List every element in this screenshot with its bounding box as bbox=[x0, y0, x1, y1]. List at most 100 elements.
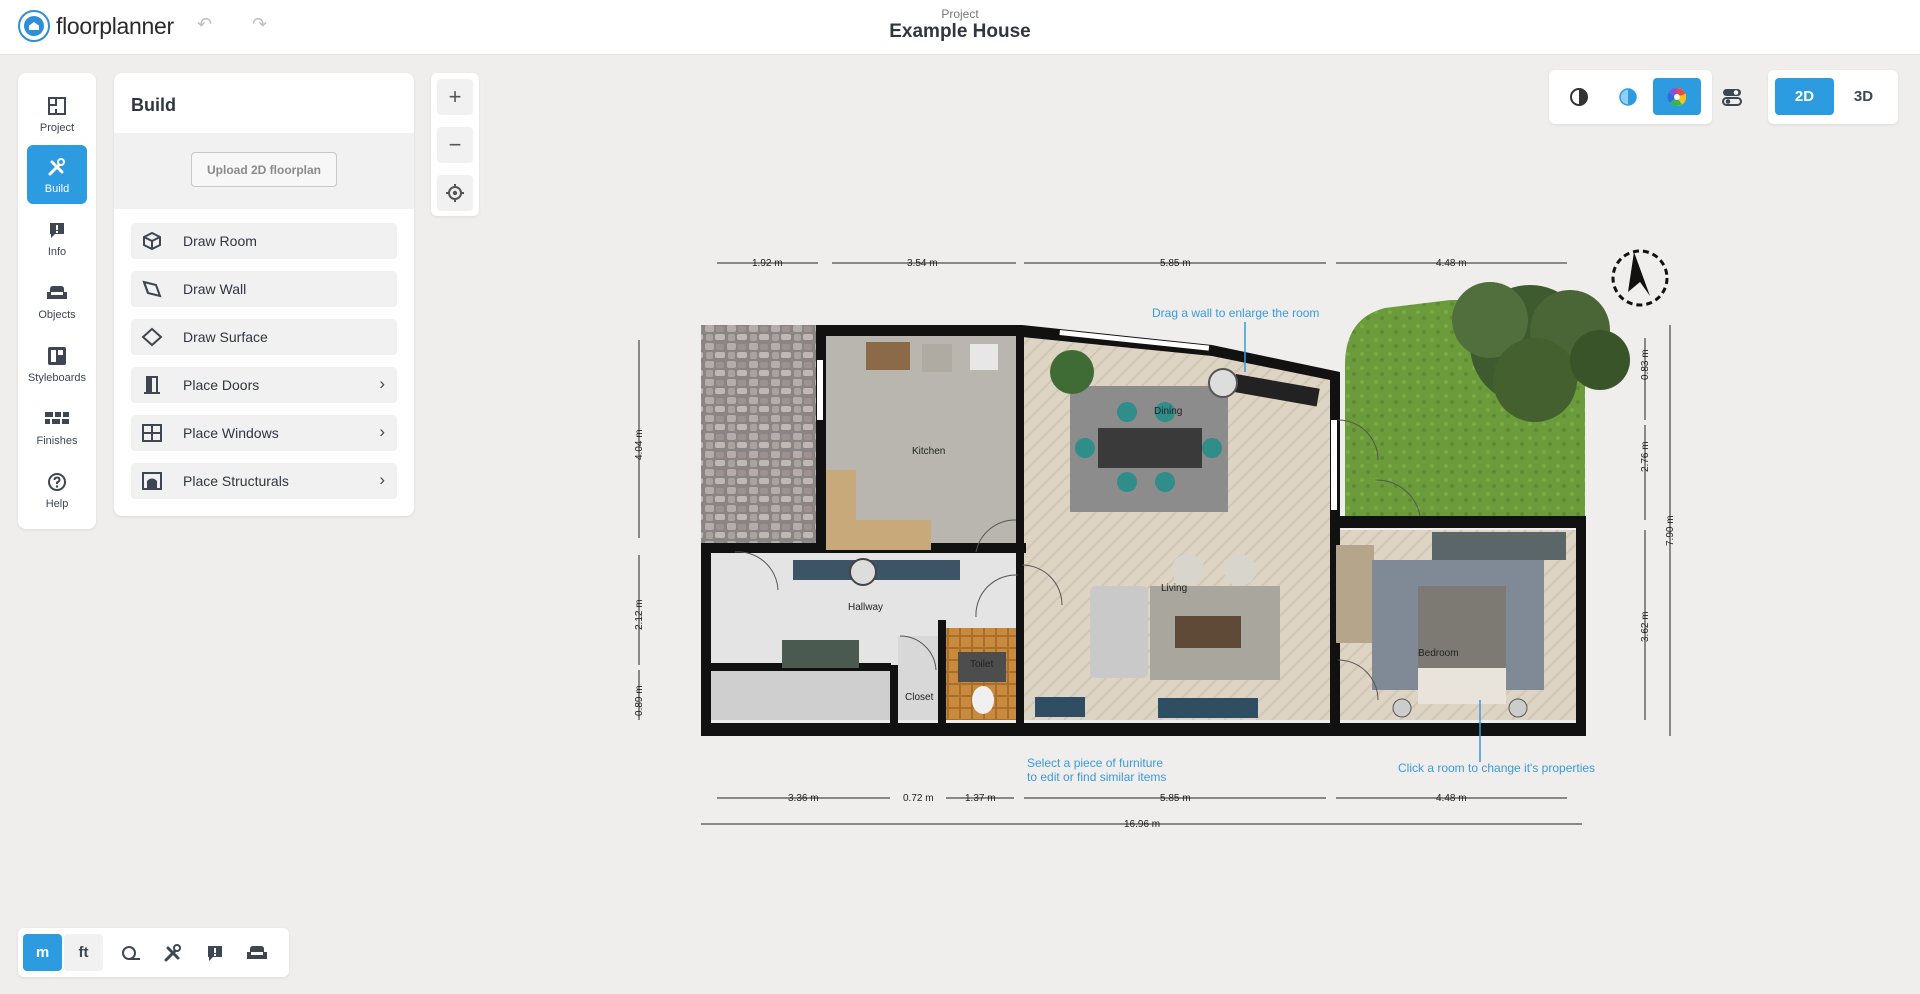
tool-label: Place Structurals bbox=[183, 473, 289, 489]
kitchen-counter[interactable] bbox=[856, 520, 931, 550]
stone-patio[interactable] bbox=[701, 325, 816, 543]
bed-pillows[interactable] bbox=[1418, 668, 1506, 704]
room-label-dining[interactable]: Dining bbox=[1154, 406, 1182, 417]
dim-top-2: 3.54 m bbox=[907, 258, 938, 269]
ceiling-fan[interactable] bbox=[1208, 368, 1238, 398]
rail-item-styleboards[interactable]: Styleboards bbox=[27, 334, 87, 393]
zoom-out-button[interactable]: − bbox=[437, 127, 473, 163]
measure-icon bbox=[121, 945, 140, 960]
dim-bottom-1: 3.36 m bbox=[788, 793, 819, 804]
panel-title: Build bbox=[131, 95, 176, 115]
coffee-table[interactable] bbox=[1175, 616, 1241, 648]
hint-furniture-line1: Select a piece of furniture bbox=[1027, 756, 1163, 770]
nightstand-lamp[interactable] bbox=[1508, 698, 1528, 718]
rail-label: Info bbox=[47, 245, 67, 258]
project-title[interactable]: Example House bbox=[0, 21, 1920, 43]
blueprint-mode-button[interactable] bbox=[1604, 78, 1652, 115]
cabinet[interactable] bbox=[1336, 545, 1374, 643]
info-bubble-icon bbox=[50, 222, 64, 238]
tool-label: Place Windows bbox=[183, 425, 279, 441]
top-bar: floorplanner ↶ ↷ Project Example House bbox=[0, 0, 1920, 55]
tv-bench[interactable] bbox=[1158, 698, 1258, 718]
unit-meters-button[interactable]: m bbox=[23, 934, 62, 971]
plant-icon[interactable] bbox=[1050, 350, 1094, 394]
build-panel: Build Upload 2D floorplan Draw Room Draw… bbox=[114, 73, 414, 516]
info-bubble-icon bbox=[207, 945, 222, 961]
window[interactable] bbox=[817, 360, 823, 420]
hall-rug[interactable] bbox=[782, 640, 859, 668]
help-icon bbox=[48, 472, 66, 491]
room-label-hallway[interactable]: Hallway bbox=[848, 602, 883, 613]
room-label-closet[interactable]: Closet bbox=[905, 692, 934, 703]
info-button[interactable] bbox=[195, 934, 234, 971]
brick-icon bbox=[45, 411, 69, 424]
unit-feet-button[interactable]: ft bbox=[64, 934, 103, 971]
dim-bottom-2: 0.72 m bbox=[903, 793, 934, 804]
mode-2d-button[interactable]: 2D bbox=[1775, 78, 1834, 115]
contrast-icon bbox=[1570, 87, 1588, 106]
upload-zone: Upload 2D floorplan bbox=[114, 133, 414, 209]
dim-right-total: 7.90 m bbox=[1665, 515, 1676, 546]
rail-label: Finishes bbox=[36, 434, 78, 447]
color-wheel-icon bbox=[1667, 87, 1687, 106]
rail-item-help[interactable]: Help bbox=[27, 460, 87, 519]
dim-right-1: 0.83 m bbox=[1640, 349, 1651, 380]
storage-floor[interactable] bbox=[710, 670, 890, 720]
rail-label: Build bbox=[44, 182, 70, 195]
rail-item-finishes[interactable]: Finishes bbox=[27, 397, 87, 456]
tool-label: Draw Wall bbox=[183, 281, 247, 297]
rail-item-objects[interactable]: Objects bbox=[27, 271, 87, 330]
zoom-in-button[interactable]: + bbox=[437, 79, 473, 115]
closet-floor[interactable] bbox=[898, 636, 938, 720]
sofa[interactable] bbox=[1090, 586, 1148, 678]
kitchen-cabinet[interactable] bbox=[866, 342, 910, 370]
dim-left-1: 4.04 m bbox=[634, 429, 645, 460]
tool-place-doors[interactable]: Place Doors › bbox=[131, 367, 397, 403]
cube-icon bbox=[143, 231, 161, 251]
tool-place-windows[interactable]: Place Windows › bbox=[131, 415, 397, 451]
mode-3d-button[interactable]: 3D bbox=[1834, 78, 1893, 115]
tool-draw-room[interactable]: Draw Room bbox=[131, 223, 397, 259]
tool-draw-wall[interactable]: Draw Wall bbox=[131, 271, 397, 307]
armchair[interactable] bbox=[1172, 554, 1204, 586]
dim-right-2: 2.76 m bbox=[1640, 441, 1651, 472]
settings-toggle-button[interactable] bbox=[1708, 78, 1756, 115]
tool-draw-surface[interactable]: Draw Surface bbox=[131, 319, 397, 355]
dim-top-1: 1.92 m bbox=[752, 258, 783, 269]
rail-label: Help bbox=[45, 497, 69, 510]
sofa-icon bbox=[47, 285, 67, 299]
room-label-bedroom[interactable]: Bedroom bbox=[1418, 648, 1459, 659]
armchair[interactable] bbox=[1224, 554, 1256, 586]
build-tools-button[interactable] bbox=[153, 934, 192, 971]
side-table[interactable] bbox=[1035, 697, 1085, 717]
kitchen-counter[interactable] bbox=[826, 470, 856, 550]
color-mode-button[interactable] bbox=[1653, 78, 1701, 115]
upload-floorplan-button[interactable]: Upload 2D floorplan bbox=[191, 152, 337, 187]
contrast-mode-button[interactable] bbox=[1555, 78, 1603, 115]
rail-item-project[interactable]: Project bbox=[27, 84, 87, 143]
tool-place-structurals[interactable]: Place Structurals › bbox=[131, 463, 397, 499]
measure-button[interactable] bbox=[111, 934, 150, 971]
room-label-toilet[interactable]: Toilet bbox=[970, 659, 994, 670]
recenter-button[interactable] bbox=[437, 175, 473, 211]
blueprint-icon bbox=[1619, 87, 1637, 106]
kitchen-chair[interactable] bbox=[922, 344, 952, 372]
wardrobe[interactable] bbox=[1432, 532, 1566, 560]
surface-icon bbox=[141, 327, 163, 347]
window[interactable] bbox=[1331, 420, 1337, 510]
room-label-kitchen[interactable]: Kitchen bbox=[912, 446, 945, 457]
rail-item-build[interactable]: Build bbox=[27, 145, 87, 204]
dim-bottom-3: 1.37 m bbox=[965, 793, 996, 804]
toilet[interactable] bbox=[972, 686, 994, 714]
compass-icon[interactable] bbox=[1611, 249, 1669, 307]
kitchen-stool[interactable] bbox=[970, 344, 998, 370]
floorplan-icon bbox=[48, 96, 66, 115]
dining-table[interactable] bbox=[1098, 428, 1202, 468]
dim-bottom-4: 5.85 m bbox=[1160, 793, 1191, 804]
objects-button[interactable] bbox=[237, 934, 276, 971]
tools-icon bbox=[164, 943, 181, 961]
rail-item-info[interactable]: Info bbox=[27, 208, 87, 267]
ceiling-fan[interactable] bbox=[849, 558, 877, 586]
room-label-living[interactable]: Living bbox=[1161, 583, 1187, 594]
nightstand-lamp[interactable] bbox=[1392, 698, 1412, 718]
